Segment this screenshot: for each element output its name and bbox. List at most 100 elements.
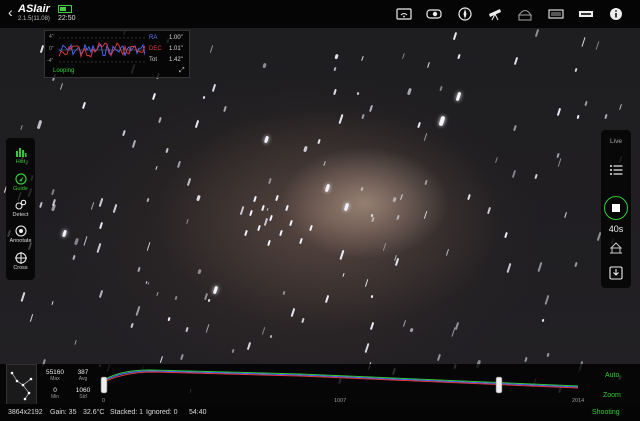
star (544, 294, 550, 305)
expand-icon[interactable]: ⤢ (179, 67, 185, 75)
star (360, 186, 363, 192)
camera-icon[interactable] (426, 7, 442, 21)
star (333, 88, 338, 95)
star (186, 177, 191, 187)
status-resolution: 3864x2192 (8, 409, 43, 416)
status-ignored: Ignored: 0 (146, 409, 178, 416)
star (546, 352, 551, 358)
star (151, 92, 157, 101)
bright-star (343, 202, 350, 212)
star (264, 217, 269, 226)
star (99, 222, 104, 230)
star (301, 318, 305, 324)
star (514, 56, 519, 65)
star (36, 120, 43, 130)
telescope-icon[interactable] (487, 7, 503, 21)
star (427, 61, 431, 68)
star (74, 237, 79, 245)
stat-min-label: Min (50, 394, 60, 400)
star (137, 267, 141, 273)
status-temperature: 32.6°C (83, 409, 105, 416)
focuser-icon[interactable] (457, 7, 473, 21)
star (533, 173, 538, 180)
star (60, 82, 64, 90)
star (167, 317, 171, 322)
save-icon[interactable] (609, 266, 623, 280)
dec-label: DEC (149, 46, 162, 52)
star (409, 328, 413, 334)
histogram-red-curve (103, 371, 579, 389)
star (20, 291, 27, 303)
star (156, 292, 160, 297)
live-button[interactable]: Live (601, 138, 631, 145)
star (155, 165, 158, 170)
detect-label: Detect (12, 212, 29, 218)
star (392, 196, 397, 203)
star (205, 323, 211, 333)
cluster-star (244, 229, 248, 237)
cluster-star (285, 204, 289, 212)
star (524, 356, 528, 362)
histogram-chart[interactable] (100, 366, 580, 402)
annotate-tool[interactable]: Annotate (6, 225, 35, 244)
star (29, 313, 33, 322)
status-elapsed: 54:40 (189, 409, 207, 416)
bright-star (61, 229, 68, 238)
star (269, 334, 272, 339)
auto-stretch-button[interactable]: Auto (605, 372, 619, 379)
cluster-star (275, 194, 279, 202)
detect-icon (6, 199, 35, 212)
guide-icon (6, 173, 35, 186)
usb-icon[interactable] (578, 7, 594, 21)
guide-y-label-bottom: -4" (47, 58, 54, 64)
cross-tool[interactable]: Cross (6, 252, 35, 271)
cluster-star (309, 224, 313, 232)
star (439, 86, 444, 92)
stop-button[interactable] (604, 196, 628, 220)
star (563, 211, 567, 219)
bright-star (212, 285, 219, 295)
star (147, 281, 150, 285)
star (513, 125, 517, 132)
star (231, 349, 236, 355)
observatory-icon[interactable] (517, 7, 533, 21)
info-icon[interactable] (608, 7, 624, 21)
star (290, 307, 295, 317)
top-bar: ‹ ASIair 2.1.5(11.08) 22:50 (0, 0, 640, 28)
stat-std: 1060 Std (69, 387, 97, 400)
settings-icon[interactable] (609, 242, 623, 256)
star (534, 28, 539, 38)
star (72, 255, 76, 261)
star (20, 125, 24, 131)
star (407, 87, 412, 95)
status-bar: 3864x2192 Gain: 35 32.6°C Stacked: 1 Ign… (0, 404, 640, 421)
star (146, 197, 150, 202)
guide-tool[interactable]: Guide (6, 173, 35, 192)
wifi-icon[interactable] (396, 7, 412, 21)
star (177, 160, 182, 168)
hist-tool[interactable]: Hist (6, 146, 35, 165)
star (557, 107, 562, 116)
detect-tool[interactable]: Detect (6, 199, 35, 218)
filter-wheel-icon[interactable] (548, 7, 564, 21)
star (131, 140, 137, 149)
guide-graph-panel[interactable]: 4" 0" -4" RA 1.00" DEC 1.01" Tot 1.42" L… (44, 30, 190, 78)
star (160, 356, 164, 363)
star (323, 161, 327, 167)
star (179, 353, 184, 361)
star (423, 133, 428, 142)
list-icon[interactable] (609, 164, 623, 178)
exposure-value[interactable]: 40s (601, 224, 631, 234)
star (595, 41, 600, 50)
sky-image[interactable] (0, 28, 640, 404)
white-point-slider (495, 376, 503, 394)
dec-value: 1.01" (169, 46, 183, 52)
star (334, 53, 339, 60)
star (194, 119, 200, 129)
cluster-star (253, 195, 257, 203)
zoom-button[interactable]: Zoom (603, 392, 621, 399)
back-icon[interactable]: ‹ (8, 4, 13, 20)
star (423, 210, 428, 220)
star (541, 318, 545, 323)
constellation-thumbnail[interactable] (6, 364, 37, 406)
